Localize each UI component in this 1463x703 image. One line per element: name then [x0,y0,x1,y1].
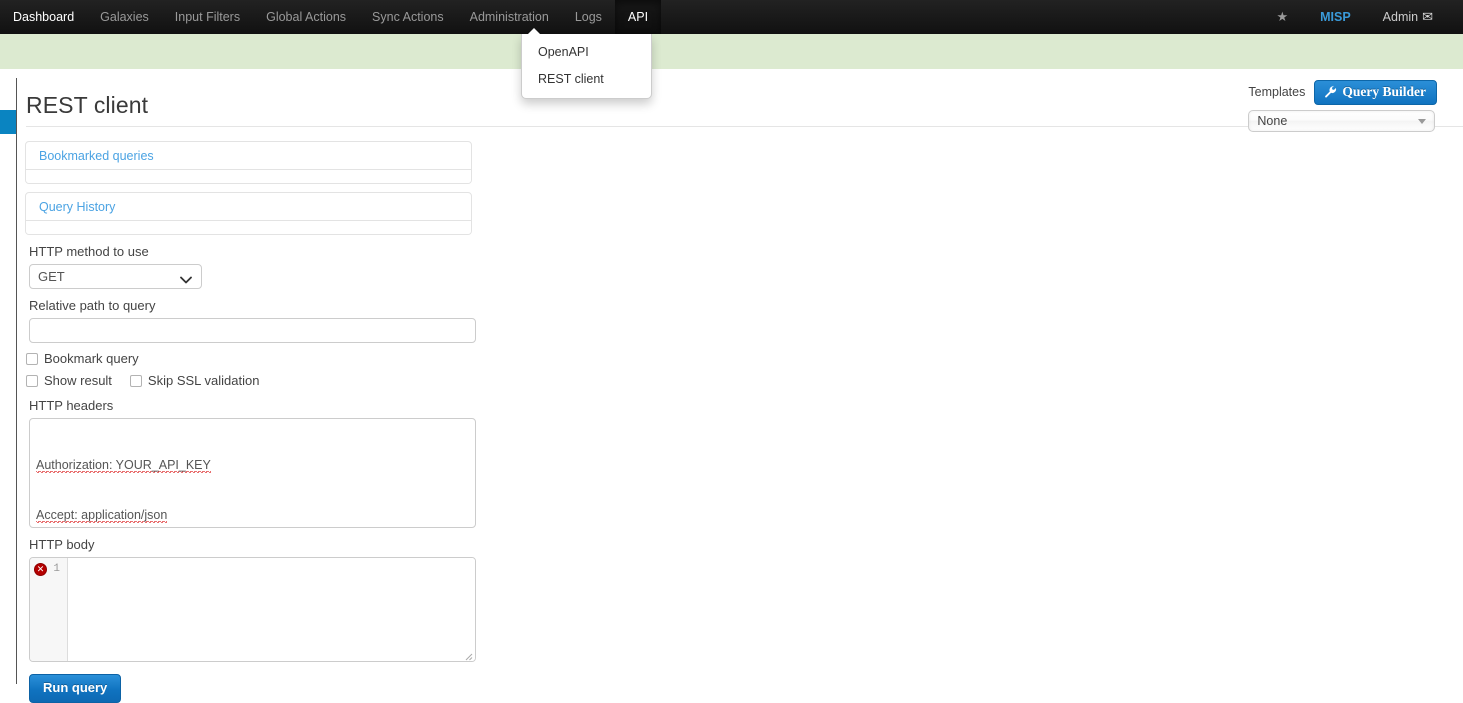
nav-item-galaxies[interactable]: Galaxies [87,0,162,34]
bookmark-query-label[interactable]: Bookmark query [44,352,139,366]
dropdown-caret-icon [528,28,540,34]
query-builder-button[interactable]: Query Builder [1314,79,1437,105]
accordion-query-history: Query History [25,192,472,235]
run-query-button[interactable]: Run query [29,674,122,703]
navbar-right: ★ MISP Admin ✉ [1260,0,1463,34]
accordion-query-history-label[interactable]: Query History [39,200,115,214]
relative-path-label: Relative path to query [29,298,156,313]
nav-item-sync-actions[interactable]: Sync Actions [359,0,457,34]
top-navbar: Dashboard Galaxies Input Filters Global … [0,0,1463,34]
skip-ssl-validation-checkbox[interactable] [129,375,142,387]
accordion-query-history-body [26,220,471,234]
skip-ssl-validation-label[interactable]: Skip SSL validation [148,374,260,388]
dropdown-item-openapi[interactable]: OpenAPI [522,39,651,66]
api-dropdown-menu: OpenAPI REST client [521,34,652,99]
wrench-icon [1324,85,1337,98]
http-body-label: HTTP body [29,537,95,552]
dropdown-item-rest-client[interactable]: REST client [522,66,651,93]
templates-select[interactable]: None [1248,110,1436,132]
editor-gutter: ✕ 1 [30,558,68,661]
result-options-row: Show result Skip SSL validation [26,373,485,389]
show-result-checkbox[interactable] [26,375,38,387]
nav-item-administration[interactable]: Administration [457,0,562,34]
http-body-input[interactable] [68,558,475,661]
star-icon[interactable]: ★ [1260,0,1304,34]
query-builder-label: Query Builder [1342,83,1426,99]
bookmark-query-row: Bookmark query [26,351,485,367]
page-content: REST client Templates Query Builder None [17,69,1463,703]
navbar-items: Dashboard Galaxies Input Filters Global … [0,0,662,34]
nav-item-input-filters[interactable]: Input Filters [162,0,253,34]
nav-item-dashboard[interactable]: Dashboard [0,0,87,34]
templates-select-value: None [1257,114,1288,128]
user-admin-link[interactable]: Admin ✉ [1367,0,1449,34]
templates-row: Templates Query Builder [1248,79,1437,105]
templates-label: Templates [1248,85,1306,99]
show-result-label[interactable]: Show result [44,374,112,388]
http-header-line: Authorization: YOUR_API_KEY [36,458,211,473]
http-method-label: HTTP method to use [29,244,149,259]
accordion-bookmarked-queries-label[interactable]: Bookmarked queries [39,149,154,163]
page-title: REST client [26,92,149,118]
error-circle-icon[interactable]: ✕ [34,563,47,576]
accordion-query-history-header[interactable]: Query History [26,193,471,220]
accordion-bookmarked-queries-header[interactable]: Bookmarked queries [26,142,471,169]
chevron-down-icon [1418,118,1427,124]
relative-path-input[interactable] [29,318,476,343]
brand-misp-link[interactable]: MISP [1304,0,1367,34]
envelope-icon: ✉ [1422,9,1433,24]
templates-block: Templates Query Builder None [1248,79,1437,132]
http-method-select-wrap: GET [25,264,202,289]
http-body-editor[interactable]: ✕ 1 [29,557,476,662]
editor-line-number: 1 [53,563,60,575]
nav-item-api[interactable]: API [614,0,662,34]
http-method-select[interactable]: GET [29,264,202,289]
http-header-line: Accept: application/json [36,507,168,523]
left-rail-indicator[interactable] [0,110,16,134]
bookmark-query-checkbox[interactable] [26,353,38,365]
nav-item-global-actions[interactable]: Global Actions [253,0,359,34]
user-admin-label: Admin [1382,10,1419,24]
http-headers-label: HTTP headers [29,398,114,413]
accordion-bookmarked-queries: Bookmarked queries [25,141,472,184]
nav-item-logs[interactable]: Logs [562,0,615,34]
rest-client-form: Bookmarked queries Query History HTTP me… [25,141,485,703]
http-headers-textarea[interactable]: Authorization: YOUR_API_KEY Accept: appl… [29,418,476,528]
status-banner [0,34,1463,69]
accordion-bookmarked-queries-body [26,169,471,183]
